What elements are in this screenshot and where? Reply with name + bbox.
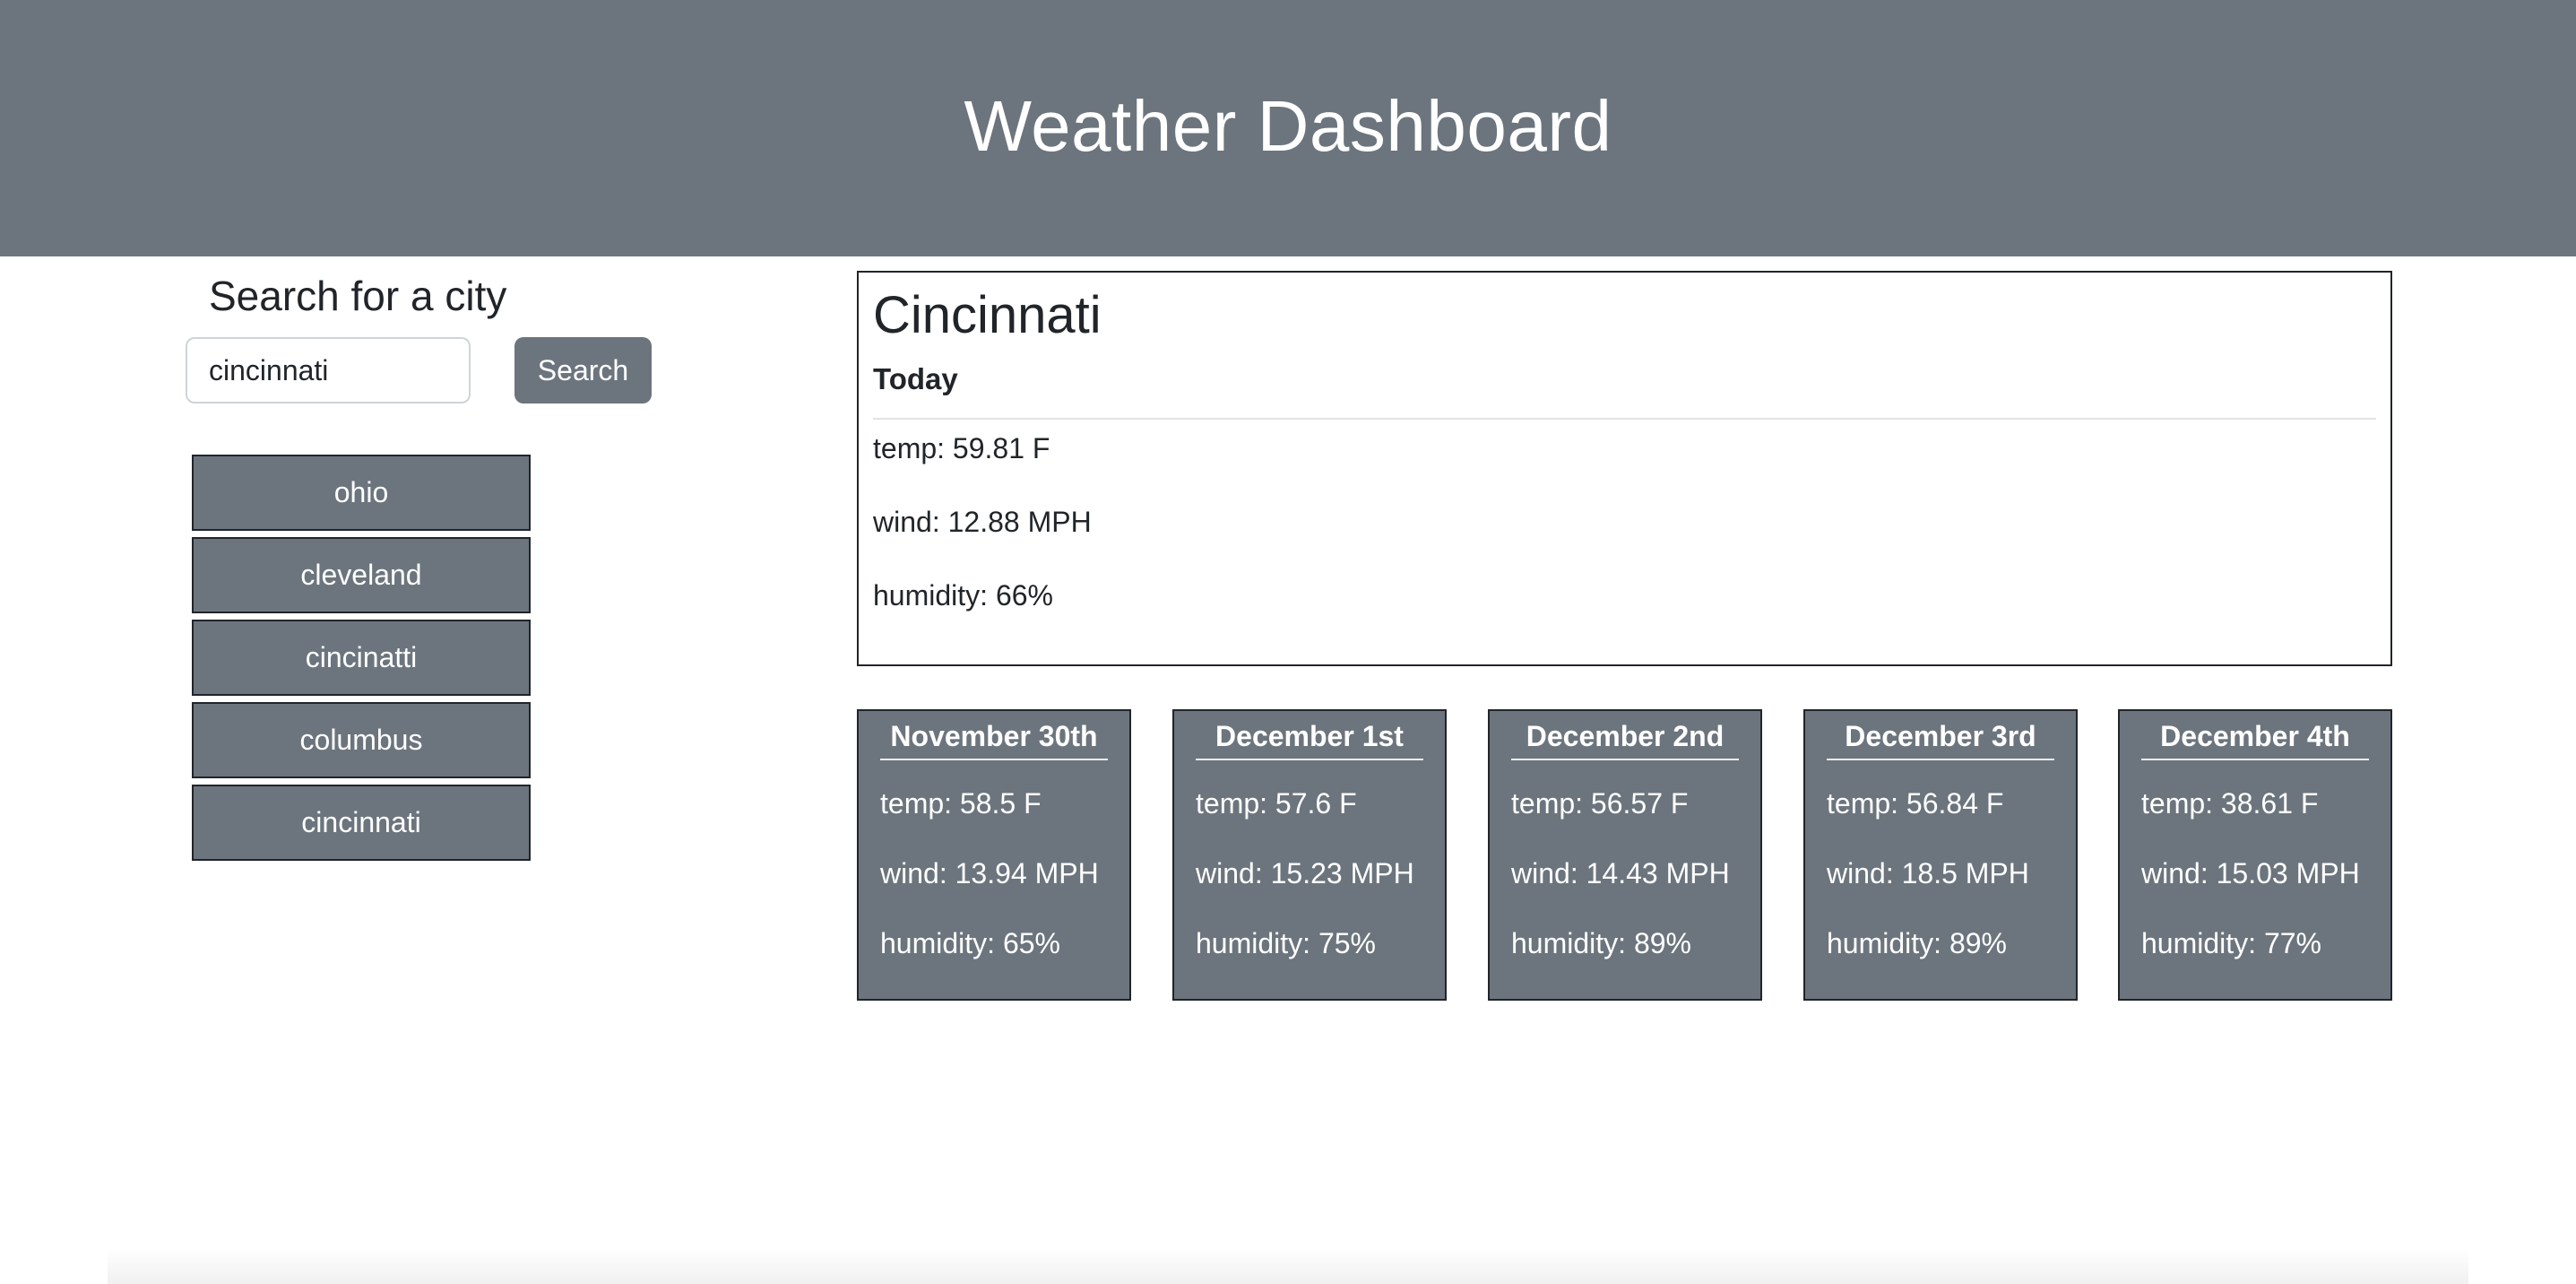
forecast-card: November 30th temp: 58.5 F wind: 13.94 M… (857, 709, 1131, 1001)
search-heading: Search for a city (209, 273, 507, 319)
forecast-card: December 4th temp: 38.61 F wind: 15.03 M… (2118, 709, 2392, 1001)
history-item-cincinatti[interactable]: cincinatti (192, 620, 531, 696)
forecast-wind: wind: 15.03 MPH (2141, 857, 2360, 889)
search-button[interactable]: Search (514, 337, 652, 403)
forecast-card: December 1st temp: 57.6 F wind: 15.23 MP… (1172, 709, 1447, 1001)
forecast-humidity: humidity: 77% (2141, 927, 2321, 959)
forecast-temp: temp: 38.61 F (2141, 787, 2319, 820)
forecast-date: December 2nd (1511, 720, 1739, 760)
page-header: Weather Dashboard (0, 0, 2576, 256)
history-item-cleveland[interactable]: cleveland (192, 537, 531, 613)
search-history-list: ohio cleveland cincinatti columbus cinci… (192, 455, 531, 867)
forecast-humidity: humidity: 89% (1511, 927, 1691, 959)
current-wind: wind: 12.88 MPH (873, 505, 1092, 538)
forecast-date: December 3rd (1827, 720, 2054, 760)
history-item-cincinnati[interactable]: cincinnati (192, 785, 531, 861)
history-item-ohio[interactable]: ohio (192, 455, 531, 531)
forecast-humidity: humidity: 65% (880, 927, 1060, 959)
history-item-columbus[interactable]: columbus (192, 702, 531, 778)
page: Weather Dashboard Search for a city Sear… (0, 0, 2576, 1284)
current-city-name: Cincinnati (873, 286, 1102, 344)
forecast-temp: temp: 56.57 F (1511, 787, 1689, 820)
city-search-input[interactable] (186, 337, 471, 403)
forecast-date: November 30th (880, 720, 1108, 760)
current-day-label: Today (873, 361, 958, 395)
five-day-forecast: November 30th temp: 58.5 F wind: 13.94 M… (857, 709, 2392, 1001)
current-divider (873, 417, 2376, 420)
forecast-temp: temp: 56.84 F (1827, 787, 2004, 820)
bottom-shadow (108, 1248, 2468, 1284)
forecast-temp: temp: 58.5 F (880, 787, 1042, 820)
current-humidity: humidity: 66% (873, 578, 1053, 612)
forecast-humidity: humidity: 89% (1827, 927, 2007, 959)
forecast-date: December 1st (1196, 720, 1423, 760)
forecast-temp: temp: 57.6 F (1196, 787, 1357, 820)
forecast-wind: wind: 13.94 MPH (880, 857, 1099, 889)
forecast-wind: wind: 18.5 MPH (1827, 857, 2029, 889)
forecast-wind: wind: 14.43 MPH (1511, 857, 1730, 889)
forecast-card: December 3rd temp: 56.84 F wind: 18.5 MP… (1803, 709, 2078, 1001)
forecast-date: December 4th (2141, 720, 2369, 760)
current-weather-panel: Cincinnati Today temp: 59.81 F wind: 12.… (857, 271, 2392, 666)
forecast-card: December 2nd temp: 56.57 F wind: 14.43 M… (1488, 709, 1762, 1001)
forecast-wind: wind: 15.23 MPH (1196, 857, 1414, 889)
current-temp: temp: 59.81 F (873, 431, 1050, 464)
page-title: Weather Dashboard (964, 86, 1612, 166)
forecast-humidity: humidity: 75% (1196, 927, 1376, 959)
